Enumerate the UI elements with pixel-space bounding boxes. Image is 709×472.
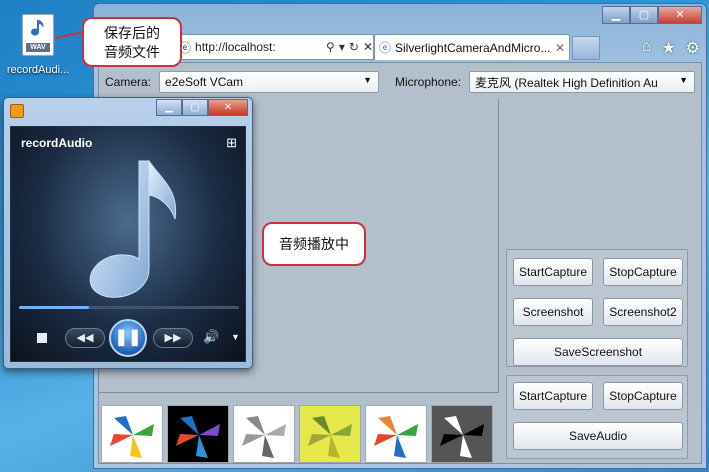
audio-stop-capture-button[interactable]: StopCapture (603, 382, 683, 410)
stop-icon[interactable]: ✕ (363, 40, 373, 54)
minimize-button[interactable]: ▁ (602, 6, 630, 24)
media-player-logo-icon (10, 104, 24, 118)
music-note-icon (89, 159, 177, 298)
control-panel: StartCapture StopCapture Screenshot Scre… (499, 99, 701, 465)
ie-tab-icon: ⓔ (379, 41, 392, 55)
audio-controls-group: StartCapture StopCapture SaveAudio (506, 375, 688, 459)
media-player-window: ▁ ▢ ✕ recordAudio ⊞ ◀◀ ❚❚ ▶▶ 🔊 ▼ (3, 97, 253, 369)
microphone-row: Microphone: 麦克风 (Realtek High Definition… (395, 71, 696, 93)
player-track-title: recordAudio (21, 136, 93, 150)
browser-window-controls: ▁ ▢ ✕ (602, 6, 702, 24)
screenshot-button[interactable]: Screenshot (513, 298, 593, 326)
camera-label: Camera: (105, 75, 152, 89)
address-bar[interactable]: ⓔ http://localhost: ⚲ ▾ ↻ ✕ (174, 34, 374, 60)
browser-tabstrip: ⓔ http://localhost: ⚲ ▾ ↻ ✕ ⓔ Silverligh… (174, 34, 600, 60)
close-button[interactable]: ✕ (658, 6, 702, 24)
previous-button[interactable]: ◀◀ (65, 328, 105, 348)
microphone-select-value: 麦克风 (Realtek High Definition Au (475, 75, 658, 90)
save-screenshot-button[interactable]: SaveScreenshot (513, 338, 683, 366)
screenshot-thumbnails (99, 399, 499, 465)
address-url[interactable]: http://localhost: (195, 40, 322, 54)
player-close-button[interactable]: ✕ (208, 99, 248, 116)
camera-select[interactable]: e2eSoft VCam ▼ (159, 71, 380, 93)
camera-row: Camera: e2eSoft VCam ▼ (105, 71, 380, 93)
thumbnail[interactable] (233, 405, 295, 463)
stop-button[interactable] (37, 333, 47, 343)
thumbnail[interactable] (431, 405, 493, 463)
gear-icon[interactable]: ⚙ (686, 38, 700, 58)
star-icon[interactable]: ★ (661, 38, 675, 58)
video-start-capture-button[interactable]: StartCapture (513, 258, 593, 286)
player-maximize-button[interactable]: ▢ (182, 99, 208, 116)
chevron-down-icon: ▼ (679, 75, 689, 85)
new-tab-button[interactable] (572, 36, 600, 60)
thumbnail[interactable] (365, 405, 427, 463)
player-display: recordAudio ⊞ ◀◀ ❚❚ ▶▶ 🔊 ▼ (10, 126, 246, 362)
next-button[interactable]: ▶▶ (153, 328, 193, 348)
save-audio-button[interactable]: SaveAudio (513, 422, 683, 450)
switch-to-library-icon[interactable]: ⊞ (226, 135, 237, 151)
dropdown-icon[interactable]: ▾ (339, 40, 345, 54)
callout-saved-pointer (54, 31, 85, 39)
browser-toolbar-icons: ⌂ ★ ⚙ (642, 38, 700, 58)
seek-bar[interactable] (19, 306, 239, 309)
player-window-controls: ▁ ▢ ✕ (156, 99, 248, 116)
playback-controls: ◀◀ ❚❚ ▶▶ 🔊 ▼ (11, 319, 247, 359)
audio-start-capture-button[interactable]: StartCapture (513, 382, 593, 410)
search-icon[interactable]: ⚲ (326, 40, 335, 54)
tab-title: SilverlightCameraAndMicro... (395, 40, 551, 55)
thumbnail[interactable] (101, 405, 163, 463)
video-controls-group: StartCapture StopCapture Screenshot Scre… (506, 249, 688, 367)
thumbnail[interactable] (167, 405, 229, 463)
camera-select-value: e2eSoft VCam (165, 75, 244, 89)
pause-button[interactable]: ❚❚ (109, 319, 147, 357)
microphone-label: Microphone: (395, 75, 462, 89)
callout-saved-line2: 音频文件 (104, 44, 160, 60)
callout-saved-audio-file: 保存后的 音频文件 (82, 17, 182, 67)
home-icon[interactable]: ⌂ (642, 38, 652, 58)
tab-silverlight[interactable]: ⓔ SilverlightCameraAndMicro... ✕ (374, 34, 570, 60)
callout-audio-playing: 音频播放中 (262, 222, 366, 266)
microphone-select[interactable]: 麦克风 (Realtek High Definition Au ▼ (469, 71, 696, 93)
seek-bar-progress (19, 306, 90, 309)
video-stop-capture-button[interactable]: StopCapture (603, 258, 683, 286)
screenshot2-button[interactable]: Screenshot2 (603, 298, 683, 326)
callout-saved-line1: 保存后的 (104, 25, 160, 41)
thumbnail[interactable] (299, 405, 361, 463)
tab-close-icon[interactable]: ✕ (555, 41, 569, 55)
volume-icon[interactable]: 🔊 (203, 329, 219, 345)
player-minimize-button[interactable]: ▁ (156, 99, 182, 116)
refresh-icon[interactable]: ↻ (349, 40, 359, 54)
volume-dropdown-icon[interactable]: ▼ (231, 332, 240, 342)
maximize-button[interactable]: ▢ (630, 6, 658, 24)
chevron-down-icon: ▼ (363, 75, 373, 85)
